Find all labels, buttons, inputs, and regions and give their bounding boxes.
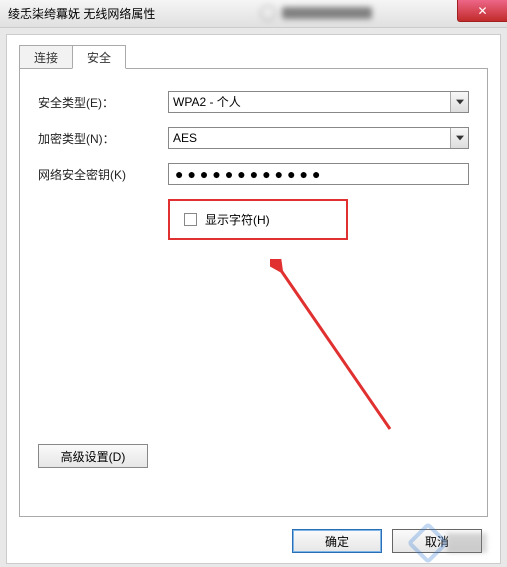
row-encryption-type: 加密类型(N)： AES (38, 127, 469, 149)
tab-connect-label: 连接 (34, 51, 58, 65)
blurred-background-window (260, 2, 440, 24)
row-security-type: 安全类型(E)： WPA2 - 个人 (38, 91, 469, 113)
label-show-characters: 显示字符(H) (205, 211, 270, 228)
advanced-settings-button[interactable]: 高级设置(D) (38, 444, 148, 468)
select-security-type[interactable]: WPA2 - 个人 (168, 91, 469, 113)
annotation-highlight-box: 显示字符(H) (168, 199, 348, 240)
tabpanel-security: 安全类型(E)： WPA2 - 个人 加密类型(N)： AES 网络安全密钥(K… (19, 68, 488, 517)
input-network-key[interactable] (168, 163, 469, 185)
dialog-footer: 确定 取消 (292, 529, 482, 553)
window-title: 绫忎柒绔羃妩 无线网络属性 (8, 5, 155, 22)
advanced-settings-label: 高级设置(D) (61, 450, 126, 464)
cancel-button[interactable]: 取消 (392, 529, 482, 553)
close-icon: ✕ (477, 4, 487, 18)
label-network-key: 网络安全密钥(K) (38, 166, 168, 183)
select-encryption-type[interactable]: AES (168, 127, 469, 149)
ok-button[interactable]: 确定 (292, 529, 382, 553)
titlebar: 绫忎柒绔羃妩 无线网络属性 ✕ (0, 0, 507, 28)
label-security-type: 安全类型(E)： (38, 94, 168, 111)
select-security-type-wrap: WPA2 - 个人 (168, 91, 469, 113)
tabstrip: 连接 安全 (19, 45, 126, 69)
tab-connect[interactable]: 连接 (19, 45, 73, 69)
ok-label: 确定 (325, 535, 349, 549)
cancel-label: 取消 (425, 535, 449, 549)
tab-security[interactable]: 安全 (72, 45, 126, 69)
checkbox-show-characters[interactable] (184, 213, 197, 226)
tab-security-label: 安全 (87, 51, 111, 65)
label-encryption-type: 加密类型(N)： (38, 130, 168, 147)
row-network-key: 网络安全密钥(K) (38, 163, 469, 185)
select-encryption-type-wrap: AES (168, 127, 469, 149)
close-button[interactable]: ✕ (457, 0, 507, 22)
annotation-arrow-icon (270, 259, 410, 449)
window-body: 连接 安全 安全类型(E)： WPA2 - 个人 加密类型(N)： AES 网络… (6, 34, 501, 564)
